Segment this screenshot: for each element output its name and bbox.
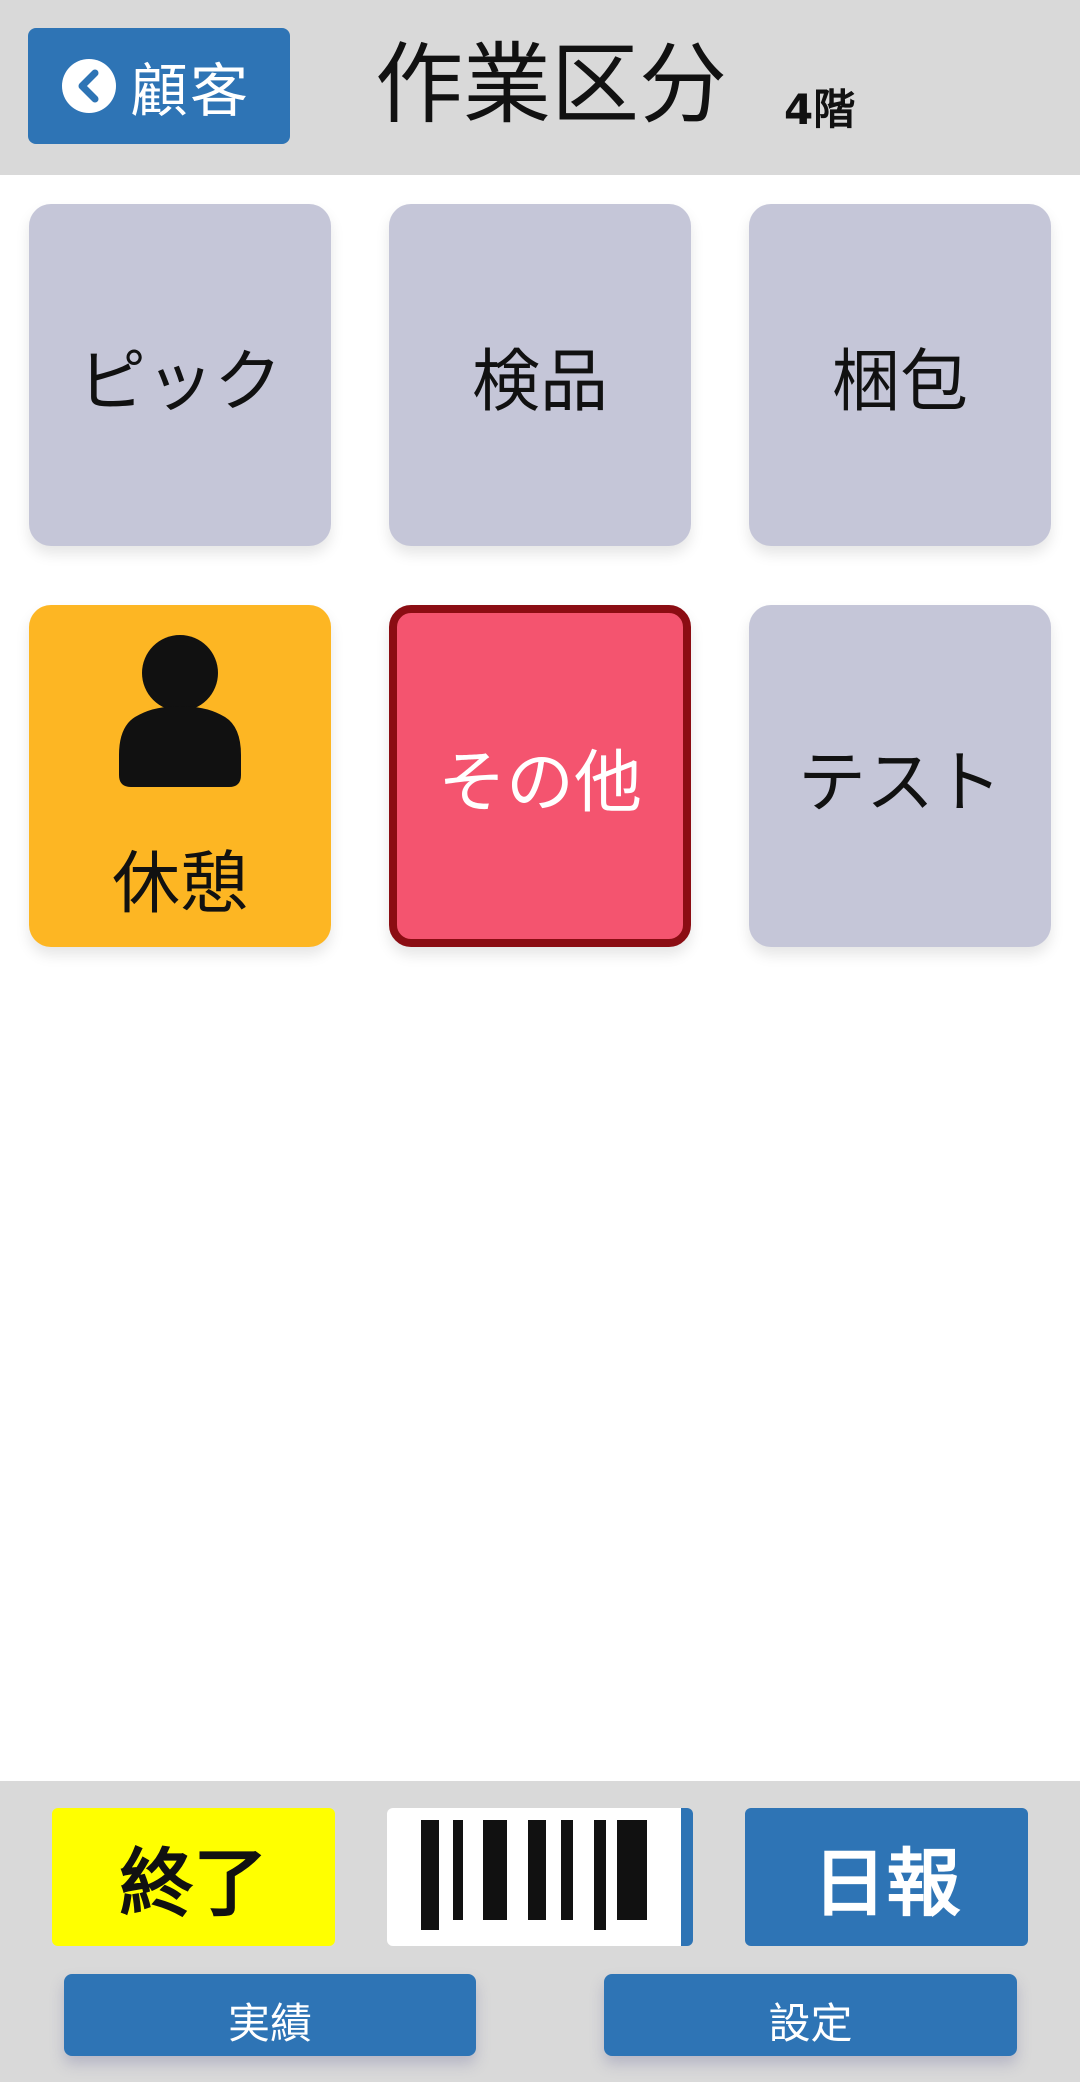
tile-label: ピック [77, 342, 282, 422]
page-title: 作業区分 [375, 33, 728, 136]
back-button-label: 顧客 [130, 57, 251, 125]
settings-label: 設定 [768, 1999, 853, 2048]
daily-report-button[interactable]: 日報 [745, 1808, 1028, 1946]
floor-indicator: 4階 [784, 85, 856, 134]
barcode-scan-button[interactable] [387, 1808, 693, 1946]
work-type-other-button[interactable]: その他 [389, 605, 691, 947]
end-button[interactable]: 終了 [52, 1808, 335, 1946]
chevron-left-icon [62, 59, 116, 113]
settings-button[interactable]: 設定 [604, 1974, 1017, 2056]
back-customer-button[interactable]: 顧客 [28, 28, 290, 144]
work-type-pick-button[interactable]: ピック [29, 204, 331, 546]
work-type-test-button[interactable]: テスト [749, 605, 1051, 947]
tile-label: 休憩 [111, 845, 248, 924]
tile-label: 梱包 [831, 342, 968, 422]
results-button[interactable]: 実績 [64, 1974, 476, 2056]
barcode-icon [421, 1820, 647, 1930]
person-icon [115, 635, 245, 806]
results-label: 実績 [227, 1999, 312, 2048]
header-bar: 顧客 作業区分 4階 [0, 0, 1080, 175]
tile-label: 検品 [471, 342, 608, 422]
end-button-label: 終了 [119, 1840, 268, 1927]
work-type-packing-button[interactable]: 梱包 [749, 204, 1051, 546]
tile-label: その他 [437, 743, 642, 823]
tile-label: テスト [797, 743, 1002, 823]
work-type-inspection-button[interactable]: 検品 [389, 204, 691, 546]
daily-report-label: 日報 [812, 1840, 961, 1927]
work-type-break-button[interactable]: 休憩 [29, 605, 331, 947]
